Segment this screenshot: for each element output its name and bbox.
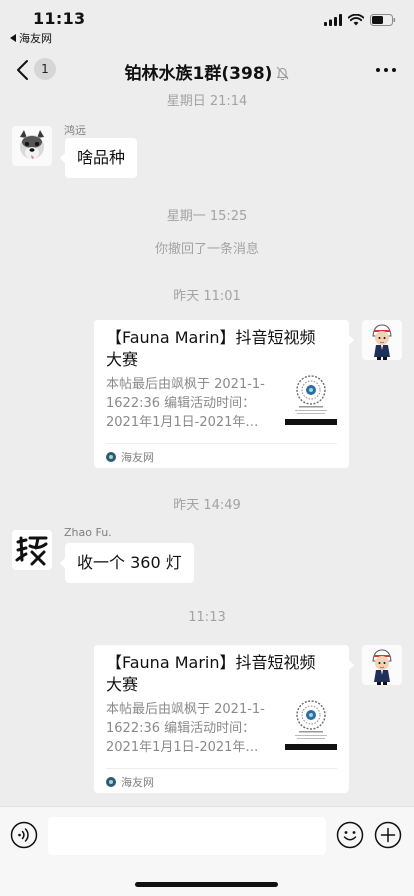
card-source: 海友网: [106, 449, 154, 465]
sender-name: Zhao Fu.: [64, 526, 112, 539]
battery-icon: [370, 14, 396, 26]
more-dot: [384, 68, 388, 72]
card-source: 海友网: [106, 774, 154, 790]
avatar-zhaofu[interactable]: [12, 530, 52, 570]
voice-icon[interactable]: [10, 821, 38, 849]
sender-name: 鸿远: [64, 124, 86, 137]
calligraphy-avatar-icon: [12, 530, 52, 570]
card-description: 本帖最后由飒枫于 2021-1-1622:36 编辑活动时间：2021年1月1日…: [106, 702, 265, 755]
more-dot: [392, 68, 396, 72]
chat-screen: 11:13 海友网 1 铂林水族1群(398) 星期日 21:14 鸿远 啥品种…: [0, 0, 414, 896]
chat-title-wrap: 铂林水族1群(398): [0, 59, 414, 84]
dog-avatar-icon: [12, 126, 52, 166]
back-triangle-icon: [10, 34, 16, 42]
status-icons: [324, 14, 396, 26]
status-time: 11:13: [33, 9, 86, 28]
cartoon-person-avatar-icon: [362, 320, 402, 360]
card-title: 【Fauna Marin】抖音短视频大赛: [106, 653, 316, 694]
message-bubble[interactable]: 啥品种: [59, 138, 138, 178]
card-source-label: 海友网: [121, 451, 154, 464]
qr-thumbnail-icon: [285, 373, 337, 427]
site-logo-icon: [106, 777, 116, 787]
link-card[interactable]: 【Fauna Marin】抖音短视频大赛 本帖最后由飒枫于 2021-1-162…: [94, 320, 354, 468]
time-separator: 昨天 11:01: [173, 289, 241, 304]
site-logo-icon: [106, 452, 116, 462]
signal-icon: [324, 14, 342, 26]
time-separator: 星期日 21:14: [166, 94, 248, 109]
card-title: 【Fauna Marin】抖音短视频大赛: [106, 328, 316, 369]
time-separator: 星期一 15:25: [166, 209, 248, 224]
time-separator: 昨天 14:49: [173, 498, 241, 513]
card-source-label: 海友网: [121, 776, 154, 789]
chat-nav-bar: 1 铂林水族1群(398): [0, 44, 414, 96]
card-description: 本帖最后由飒枫于 2021-1-1622:36 编辑活动时间：2021年1月1日…: [106, 377, 265, 430]
status-bar: 11:13 海友网: [0, 0, 414, 45]
bell-off-icon: [277, 66, 289, 80]
card-divider: [106, 443, 337, 444]
recall-notice: 你撤回了一条消息: [154, 242, 259, 257]
card-divider: [106, 768, 337, 769]
more-dots-icon[interactable]: [376, 68, 396, 72]
avatar-self[interactable]: [362, 645, 402, 685]
qr-thumbnail-icon: [285, 698, 337, 752]
avatar-hongyuan[interactable]: [12, 126, 52, 166]
more-dot: [376, 68, 380, 72]
time-separator: 11:13: [188, 610, 226, 625]
wifi-icon: [348, 14, 364, 26]
avatar-self[interactable]: [362, 320, 402, 360]
chat-title: 铂林水族1群(398): [124, 64, 273, 84]
emoji-icon[interactable]: [336, 821, 364, 849]
cartoon-person-avatar-icon: [362, 645, 402, 685]
message-bubble[interactable]: 收一个 360 灯: [60, 543, 194, 583]
home-indicator[interactable]: [135, 882, 278, 887]
plus-circle-icon[interactable]: [374, 821, 402, 849]
message-input[interactable]: [48, 817, 326, 855]
link-card[interactable]: 【Fauna Marin】抖音短视频大赛 本帖最后由飒枫于 2021-1-162…: [94, 645, 354, 793]
